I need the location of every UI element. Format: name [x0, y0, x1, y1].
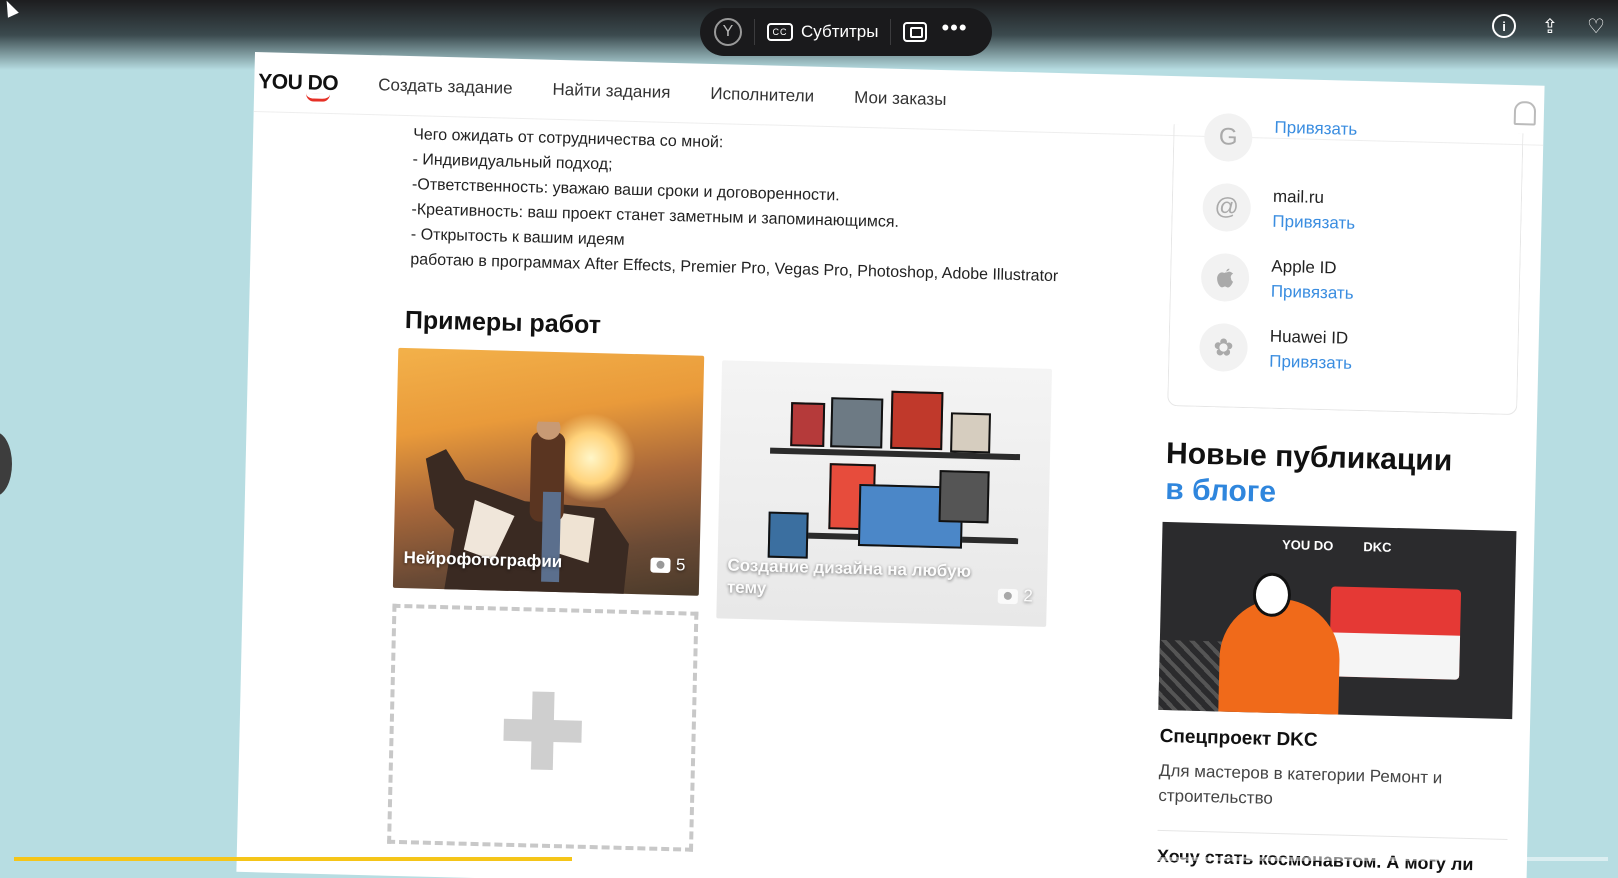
binding-google: G Привязать: [1203, 112, 1358, 165]
binding-name: Huawei ID: [1269, 326, 1349, 348]
binding-name: Apple ID: [1271, 256, 1337, 278]
certificate-paper: [1329, 632, 1461, 680]
video-progress-bar[interactable]: [14, 857, 1608, 861]
binding-name: mail.ru: [1272, 186, 1325, 208]
photo-count-value: 2: [1023, 586, 1034, 606]
plus-icon: [503, 691, 583, 771]
camera-icon: [649, 557, 671, 573]
photo-count: 2: [997, 586, 1033, 607]
add-portfolio-card[interactable]: [387, 603, 699, 852]
person-illustration: [1218, 597, 1341, 720]
binding-huawei: ✿ Huawei ID Привязать: [1199, 322, 1353, 377]
certificate-illustration: [1329, 586, 1462, 680]
divider: [1157, 829, 1508, 841]
portfolio-title: Примеры работ: [404, 306, 602, 340]
frame: [938, 470, 990, 524]
side-handle[interactable]: [0, 432, 12, 496]
youdo-page: YOU DO Создать задание Найти задания Исп…: [236, 52, 1545, 878]
nav-performers[interactable]: Исполнители: [710, 83, 814, 106]
logo-text: YOU DO: [258, 69, 339, 95]
bind-link[interactable]: Привязать: [1269, 349, 1352, 377]
apple-icon: [1200, 252, 1250, 303]
picture-in-picture-icon[interactable]: [903, 22, 928, 42]
bind-link[interactable]: Привязать: [1272, 209, 1355, 237]
card-caption: Создание дизайна на любую тему: [726, 555, 972, 598]
blog-post-description: Для мастеров в категории Ремонт и строит…: [1158, 760, 1443, 808]
video-progress-fill: [14, 857, 572, 861]
portfolio-card-design[interactable]: Создание дизайна на любую тему 2: [716, 360, 1053, 627]
info-icon[interactable]: i: [1492, 14, 1516, 38]
photo-count: 5: [649, 555, 686, 576]
right-column: G Привязать @ mail.ru Привязать Apple ID…: [1157, 112, 1533, 874]
subtitles-icon[interactable]: CC: [767, 23, 793, 41]
camera-icon: [997, 588, 1018, 604]
portfolio-card-neurophotos[interactable]: Нейрофотографии 5: [392, 347, 705, 596]
profile-about: Чего ожидать от сотрудничества со мной: …: [410, 122, 1061, 289]
frame: [890, 390, 944, 451]
more-icon[interactable]: •••: [941, 17, 967, 47]
frame: [950, 412, 991, 454]
share-icon[interactable]: ⇪: [1538, 14, 1562, 38]
google-icon: G: [1203, 112, 1253, 163]
blog-link[interactable]: в блоге: [1165, 472, 1452, 515]
youdo-logo[interactable]: YOU DO: [258, 69, 339, 102]
divider: [890, 19, 892, 45]
logo-smile-icon: [305, 92, 331, 102]
subtitles-button[interactable]: Субтитры: [801, 22, 878, 42]
nav-my-orders[interactable]: Мои заказы: [854, 87, 947, 109]
heart-icon[interactable]: ♡: [1584, 14, 1608, 38]
blog-post-title[interactable]: Спецпроект DKC: [1159, 726, 1317, 752]
frame: [790, 402, 826, 448]
at-icon: @: [1202, 182, 1252, 233]
binding-apple: Apple ID Привязать: [1200, 252, 1355, 307]
bell-icon[interactable]: [1513, 100, 1537, 126]
player-controls: Y CC Субтитры •••: [700, 8, 992, 56]
photo-count-value: 5: [675, 555, 686, 575]
player-actions: i ⇪ ♡: [1492, 14, 1608, 38]
frame: [830, 397, 884, 449]
divider: [754, 19, 755, 45]
card-caption: Нейрофотографии: [403, 548, 563, 572]
binding-mailru: @ mail.ru Привязать: [1202, 182, 1356, 237]
account-bindings: G Привязать @ mail.ru Привязать Apple ID…: [1167, 112, 1524, 416]
frame: [767, 511, 809, 559]
blog-heading: Новые публикации в блоге: [1165, 436, 1453, 515]
blog-image-logos: YOU DO DKC: [1282, 537, 1392, 555]
nav-create-task[interactable]: Создать задание: [378, 75, 513, 99]
bind-link[interactable]: Привязать: [1271, 279, 1354, 307]
huawei-icon: ✿: [1199, 322, 1249, 373]
nav-find-tasks[interactable]: Найти задания: [552, 79, 670, 102]
yandex-icon[interactable]: Y: [714, 18, 742, 46]
bind-link[interactable]: Привязать: [1274, 115, 1357, 143]
blog-post-image[interactable]: YOU DO DKC: [1158, 521, 1517, 720]
youdo-logo-small: YOU DO: [1281, 537, 1334, 554]
dkc-logo: DKC: [1363, 539, 1392, 555]
